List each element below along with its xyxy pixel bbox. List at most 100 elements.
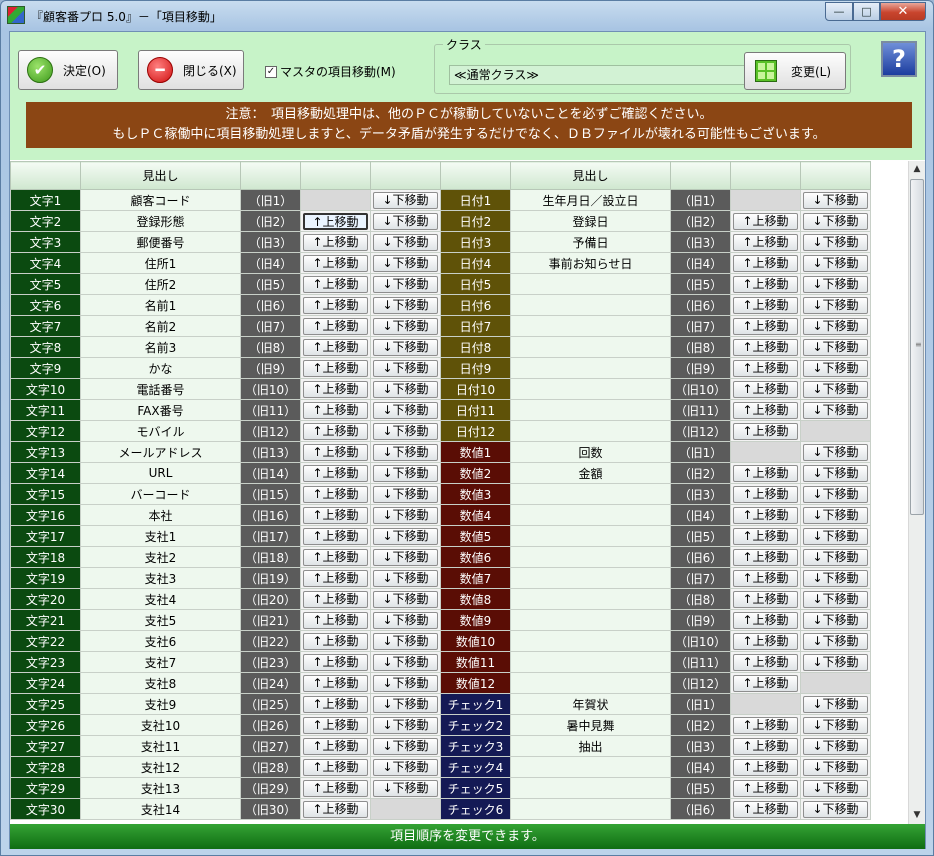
- move-up-button[interactable]: ↑上移動: [303, 254, 368, 272]
- title-bar[interactable]: 『顧客番プロ 5.0』－「項目移動」 — □ ✕: [1, 1, 933, 31]
- checkbox-icon[interactable]: ✓: [265, 65, 277, 78]
- move-down-button[interactable]: ↓下移動: [373, 275, 438, 293]
- move-down-button[interactable]: ↓下移動: [373, 296, 438, 314]
- move-up-button[interactable]: ↑上移動: [303, 800, 368, 818]
- move-down-button[interactable]: ↓下移動: [373, 380, 438, 398]
- move-up-button[interactable]: ↑上移動: [303, 758, 368, 776]
- close-button[interactable]: ━ 閉じる(X): [138, 50, 244, 90]
- move-up-button[interactable]: ↑上移動: [733, 401, 798, 419]
- move-down-button[interactable]: ↓下移動: [803, 443, 868, 461]
- move-down-button[interactable]: ↓下移動: [373, 485, 438, 503]
- move-down-button[interactable]: ↓下移動: [803, 632, 868, 650]
- move-down-button[interactable]: ↓下移動: [803, 800, 868, 818]
- move-up-button[interactable]: ↑上移動: [733, 737, 798, 755]
- move-up-button[interactable]: ↑上移動: [303, 632, 368, 650]
- move-down-button[interactable]: ↓下移動: [803, 317, 868, 335]
- move-down-button[interactable]: ↓下移動: [803, 737, 868, 755]
- move-up-button[interactable]: ↑上移動: [733, 296, 798, 314]
- move-down-button[interactable]: ↓下移動: [803, 506, 868, 524]
- move-down-button[interactable]: ↓下移動: [803, 212, 868, 230]
- move-down-button[interactable]: ↓下移動: [803, 695, 868, 713]
- move-down-button[interactable]: ↓下移動: [373, 254, 438, 272]
- move-down-button[interactable]: ↓下移動: [803, 590, 868, 608]
- move-down-button[interactable]: ↓下移動: [373, 716, 438, 734]
- move-up-button[interactable]: ↑上移動: [303, 674, 368, 692]
- move-up-button[interactable]: ↑上移動: [733, 674, 798, 692]
- move-up-button[interactable]: ↑上移動: [303, 506, 368, 524]
- move-up-button[interactable]: ↑上移動: [733, 485, 798, 503]
- move-down-button[interactable]: ↓下移動: [803, 548, 868, 566]
- minimize-button[interactable]: —: [825, 2, 853, 21]
- move-down-button[interactable]: ↓下移動: [373, 191, 438, 209]
- move-up-button[interactable]: ↑上移動: [733, 800, 798, 818]
- move-up-button[interactable]: ↑上移動: [303, 233, 368, 251]
- move-down-button[interactable]: ↓下移動: [373, 443, 438, 461]
- move-up-button[interactable]: ↑上移動: [733, 506, 798, 524]
- move-up-button[interactable]: ↑上移動: [303, 590, 368, 608]
- move-up-button[interactable]: ↑上移動: [733, 233, 798, 251]
- change-class-button[interactable]: 変更(L): [744, 52, 846, 90]
- move-up-button[interactable]: ↑上移動: [733, 317, 798, 335]
- move-up-button[interactable]: ↑上移動: [733, 359, 798, 377]
- move-down-button[interactable]: ↓下移動: [373, 779, 438, 797]
- move-up-button[interactable]: ↑上移動: [303, 317, 368, 335]
- move-down-button[interactable]: ↓下移動: [373, 569, 438, 587]
- move-up-button[interactable]: ↑上移動: [303, 611, 368, 629]
- move-up-button[interactable]: ↑上移動: [733, 254, 798, 272]
- move-up-button[interactable]: ↑上移動: [733, 716, 798, 734]
- move-down-button[interactable]: ↓下移動: [373, 422, 438, 440]
- move-down-button[interactable]: ↓下移動: [373, 758, 438, 776]
- move-up-button[interactable]: ↑上移動: [733, 569, 798, 587]
- move-down-button[interactable]: ↓下移動: [373, 212, 438, 230]
- move-down-button[interactable]: ↓下移動: [373, 338, 438, 356]
- scroll-down-button[interactable]: ▼: [909, 807, 925, 824]
- move-down-button[interactable]: ↓下移動: [803, 254, 868, 272]
- move-up-button[interactable]: ↑上移動: [303, 695, 368, 713]
- window-close-button[interactable]: ✕: [880, 2, 926, 21]
- move-up-button[interactable]: ↑上移動: [303, 548, 368, 566]
- move-down-button[interactable]: ↓下移動: [373, 464, 438, 482]
- move-up-button[interactable]: ↑上移動: [303, 443, 368, 461]
- move-up-button[interactable]: ↑上移動: [303, 716, 368, 734]
- move-up-button[interactable]: ↑上移動: [303, 422, 368, 440]
- move-down-button[interactable]: ↓下移動: [803, 464, 868, 482]
- move-up-button[interactable]: ↑上移動: [303, 653, 368, 671]
- move-down-button[interactable]: ↓下移動: [803, 359, 868, 377]
- move-up-button[interactable]: ↑上移動: [303, 737, 368, 755]
- move-up-button[interactable]: ↑上移動: [303, 380, 368, 398]
- move-down-button[interactable]: ↓下移動: [803, 653, 868, 671]
- move-down-button[interactable]: ↓下移動: [373, 632, 438, 650]
- move-down-button[interactable]: ↓下移動: [373, 695, 438, 713]
- ok-button[interactable]: ✔ 決定(O): [18, 50, 118, 90]
- move-down-button[interactable]: ↓下移動: [803, 191, 868, 209]
- move-down-button[interactable]: ↓下移動: [803, 296, 868, 314]
- move-up-button[interactable]: ↑上移動: [733, 527, 798, 545]
- move-up-button[interactable]: ↑上移動: [733, 380, 798, 398]
- move-down-button[interactable]: ↓下移動: [803, 380, 868, 398]
- move-down-button[interactable]: ↓下移動: [803, 275, 868, 293]
- move-up-button[interactable]: ↑上移動: [733, 548, 798, 566]
- move-down-button[interactable]: ↓下移動: [373, 527, 438, 545]
- move-up-button[interactable]: ↑上移動: [733, 779, 798, 797]
- master-move-checkbox[interactable]: ✓ マスタの項目移動(M): [265, 63, 396, 80]
- move-down-button[interactable]: ↓下移動: [803, 401, 868, 419]
- move-down-button[interactable]: ↓下移動: [803, 233, 868, 251]
- move-up-button[interactable]: ↑上移動: [733, 758, 798, 776]
- move-down-button[interactable]: ↓下移動: [803, 611, 868, 629]
- move-down-button[interactable]: ↓下移動: [373, 506, 438, 524]
- move-up-button[interactable]: ↑上移動: [303, 212, 368, 230]
- move-down-button[interactable]: ↓下移動: [803, 758, 868, 776]
- move-up-button[interactable]: ↑上移動: [733, 632, 798, 650]
- move-up-button[interactable]: ↑上移動: [733, 275, 798, 293]
- move-up-button[interactable]: ↑上移動: [303, 275, 368, 293]
- help-button[interactable]: ?: [881, 41, 917, 77]
- move-up-button[interactable]: ↑上移動: [303, 401, 368, 419]
- move-up-button[interactable]: ↑上移動: [303, 338, 368, 356]
- scroll-up-button[interactable]: ▲: [909, 161, 925, 178]
- move-down-button[interactable]: ↓下移動: [803, 527, 868, 545]
- move-down-button[interactable]: ↓下移動: [373, 737, 438, 755]
- vertical-scrollbar[interactable]: ▲ ≡ ▼: [908, 161, 925, 824]
- move-up-button[interactable]: ↑上移動: [303, 485, 368, 503]
- move-up-button[interactable]: ↑上移動: [303, 464, 368, 482]
- move-up-button[interactable]: ↑上移動: [303, 569, 368, 587]
